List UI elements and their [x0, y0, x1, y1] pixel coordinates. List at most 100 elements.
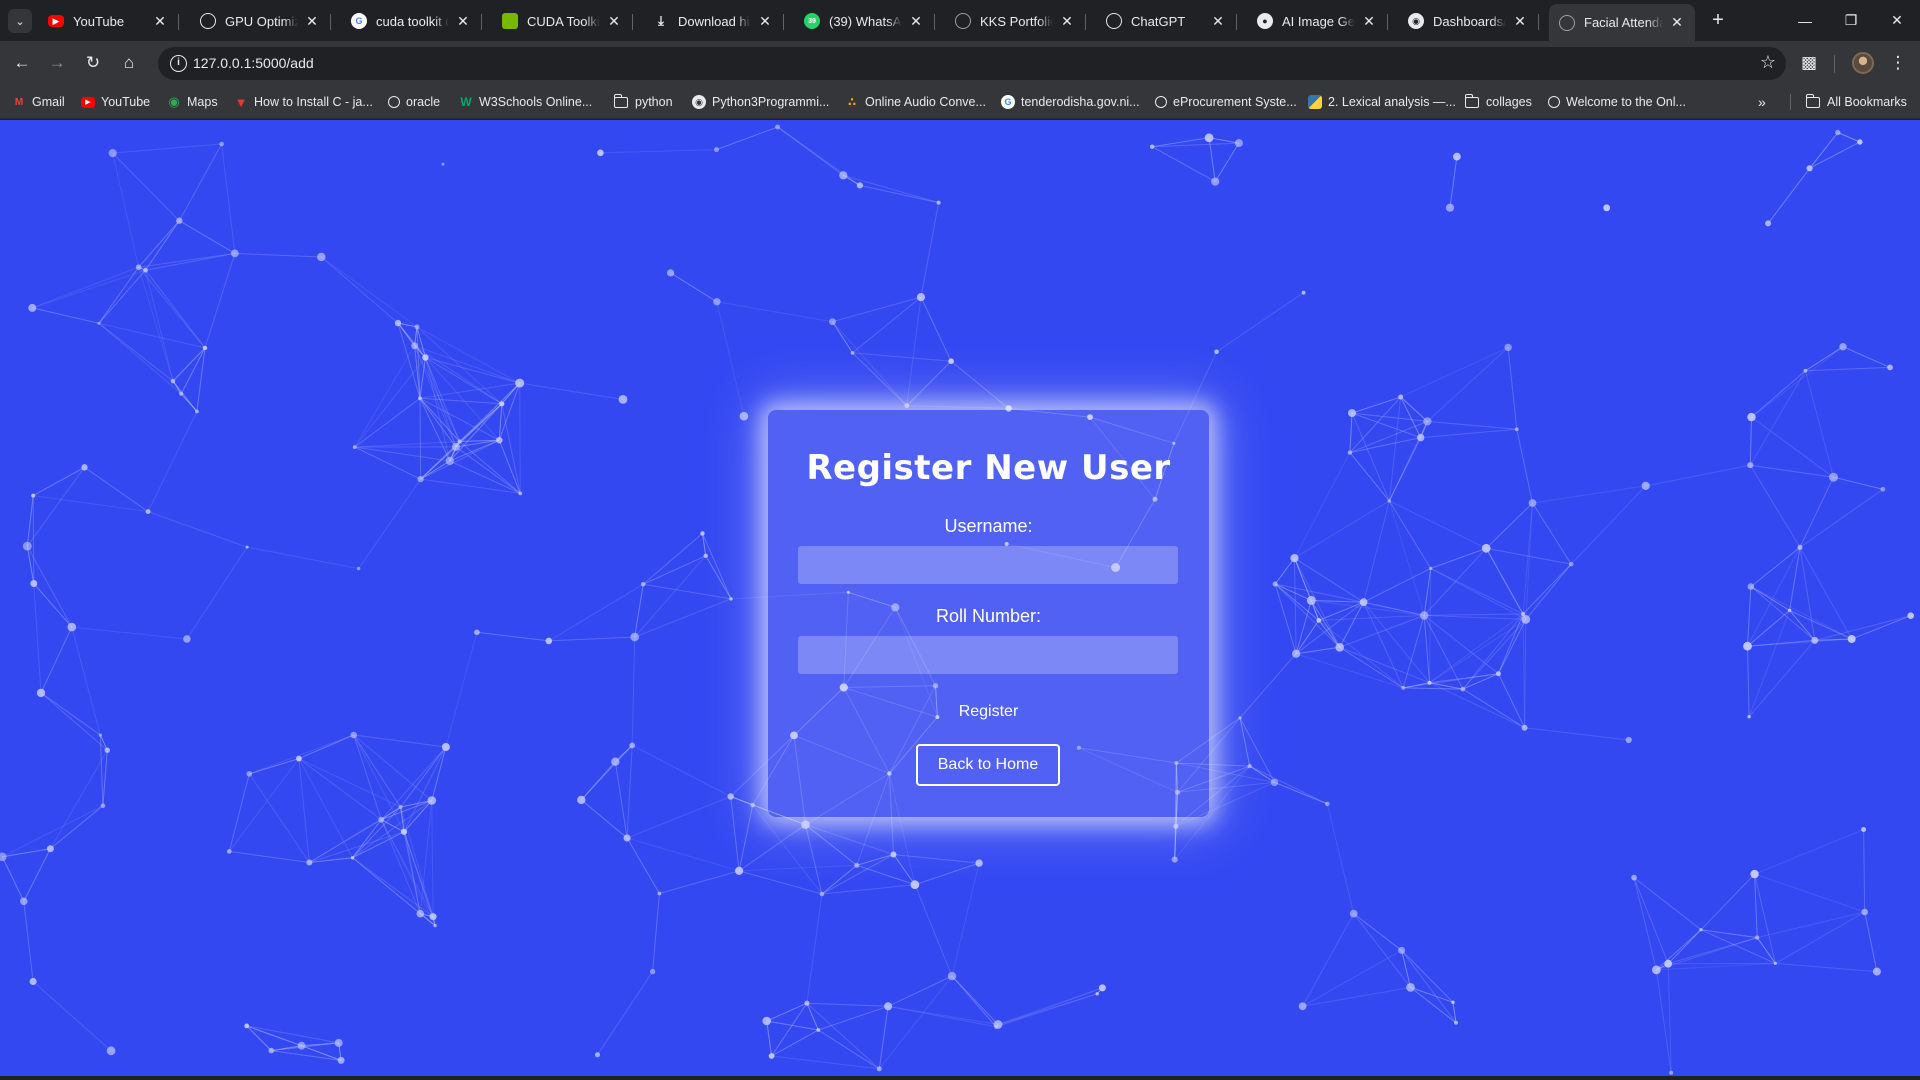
folder-icon: [1805, 93, 1820, 108]
restore-button[interactable]: ❐: [1828, 0, 1874, 41]
close-icon[interactable]: ✕: [455, 13, 471, 30]
github-icon: ◉: [1408, 13, 1424, 29]
bookmark-lexical-analysis[interactable]: 2. Lexical analysis —...: [1308, 92, 1456, 112]
minimize-button[interactable]: —: [1782, 0, 1828, 41]
bookmark-w3schools[interactable]: W W3Schools Online...: [459, 92, 592, 112]
tab-gpu-optimization[interactable]: GPU Optimizat ✕: [190, 6, 331, 36]
tab-cuda-search[interactable]: G cuda toolkit do ✕: [341, 6, 482, 36]
github-icon: ◉: [692, 95, 706, 109]
username-input[interactable]: [798, 546, 1178, 584]
page-title: Register New User: [806, 448, 1171, 488]
youtube-icon: ▶: [81, 96, 95, 108]
download-icon: ⤓: [658, 13, 664, 28]
tab-cuda-toolkit[interactable]: CUDA Toolkit 1 ✕: [492, 6, 633, 36]
window-bottom-border: [0, 1076, 1920, 1080]
bookmarks-bar: M Gmail ▶ YouTube ◉ Maps ▼ How to Install C …: [0, 85, 1920, 119]
bookmark-maps[interactable]: ◉ Maps: [167, 92, 217, 112]
tab-github-dashboards[interactable]: ◉ Dashboards/Re ✕: [1398, 6, 1539, 36]
username-label: Username:: [944, 516, 1033, 536]
globe-icon: [1155, 96, 1167, 108]
profile-avatar[interactable]: [1852, 52, 1874, 74]
tab-youtube[interactable]: ▶ YouTube ✕: [38, 6, 179, 36]
register-button[interactable]: Register: [768, 703, 1209, 721]
close-icon[interactable]: ✕: [152, 13, 168, 30]
site-info-icon[interactable]: i: [170, 55, 187, 72]
tab-ai-image[interactable]: ● AI Image Gene ✕: [1247, 6, 1388, 36]
w3schools-icon: W: [460, 95, 472, 109]
close-icon[interactable]: ✕: [1669, 14, 1685, 31]
audio-converter-icon: ∴: [847, 95, 857, 109]
globe-icon: [1548, 96, 1560, 108]
reload-button[interactable]: ↻: [79, 49, 107, 77]
all-bookmarks-button[interactable]: All Bookmarks: [1805, 92, 1907, 112]
roll-number-label: Roll Number:: [935, 606, 1042, 626]
close-icon[interactable]: ✕: [757, 13, 773, 30]
url-text[interactable]: 127.0.0.1:5000/add: [193, 55, 314, 71]
home-icon: ⌂: [123, 53, 135, 72]
nvidia-icon: [502, 13, 518, 29]
extensions-button[interactable]: ▩: [1795, 49, 1823, 77]
more-bookmarks-button[interactable]: »: [1758, 92, 1766, 112]
menu-button[interactable]: ⋮: [1884, 49, 1912, 77]
gmail-icon: M: [14, 96, 24, 108]
bookmark-install-c[interactable]: ▼ How to Install C - ja...: [234, 92, 373, 112]
bookmark-tenderodisha[interactable]: Gtenderodisha.gov.ni...: [1001, 92, 1140, 112]
globe-icon: [388, 96, 400, 108]
bookmark-audio-converter[interactable]: ∴ Online Audio Conve...: [845, 92, 986, 112]
google-icon: G: [351, 13, 367, 29]
globe-icon: [1559, 14, 1575, 31]
chevron-double-right-icon: »: [1758, 94, 1766, 110]
close-icon[interactable]: ✕: [304, 13, 320, 30]
vidyut-icon: ▼: [234, 94, 248, 110]
roll-number-input[interactable]: [798, 636, 1178, 674]
tab-chatgpt[interactable]: ChatGPT ✕: [1096, 6, 1237, 36]
tab-whatsapp[interactable]: 39 (39) WhatsApp ✕: [794, 6, 935, 36]
bookmark-python3-programming[interactable]: ◉ Python3Programmi...: [692, 92, 829, 112]
bookmark-folder-python[interactable]: python: [613, 92, 673, 112]
back-button[interactable]: ←: [8, 49, 36, 77]
bookmark-gmail[interactable]: M Gmail: [12, 92, 65, 112]
more-vert-icon: ⋮: [1889, 53, 1907, 72]
openai-icon: [1106, 13, 1122, 29]
arrow-left-icon: ←: [13, 53, 31, 72]
forward-button[interactable]: →: [43, 49, 71, 77]
tab-search-button[interactable]: ⌄: [8, 9, 32, 33]
back-to-home-button[interactable]: Back to Home: [916, 744, 1060, 786]
browser-toolbar: ← → ↻ ⌂ i 127.0.0.1:5000/add ☆ ▩ ⋮: [0, 41, 1920, 85]
reload-icon: ↻: [85, 53, 101, 72]
whatsapp-icon: 39: [804, 13, 820, 29]
bookmarks-divider: [1790, 94, 1791, 110]
youtube-icon: ▶: [48, 15, 64, 27]
window-close-button[interactable]: ✕: [1874, 0, 1920, 41]
close-icon[interactable]: ✕: [908, 13, 924, 30]
bookmark-youtube[interactable]: ▶ YouTube: [81, 92, 150, 112]
google-icon: G: [1001, 95, 1015, 109]
close-icon[interactable]: ✕: [606, 13, 622, 30]
page-viewport: Register New User Username: Roll Number:…: [0, 120, 1920, 1076]
bookmark-star-icon[interactable]: ☆: [1760, 52, 1776, 73]
python-icon: [1308, 95, 1322, 109]
folder-icon: [1464, 93, 1479, 108]
bookmark-folder-collages[interactable]: collages: [1464, 92, 1532, 112]
close-icon[interactable]: ✕: [1059, 13, 1075, 30]
close-icon[interactable]: ✕: [1361, 13, 1377, 30]
ai-image-icon: ●: [1257, 13, 1273, 29]
address-bar[interactable]: i 127.0.0.1:5000/add ☆: [158, 47, 1786, 80]
arrow-right-icon: →: [48, 53, 66, 72]
tab-strip: ⌄ ▶ YouTube ✕ GPU Optimizat ✕ G cuda too…: [0, 0, 1920, 41]
puzzle-icon: ▩: [1800, 53, 1818, 72]
bookmark-welcome-online[interactable]: Welcome to the Onl...: [1548, 92, 1686, 112]
close-icon[interactable]: ✕: [1512, 13, 1528, 30]
bookmark-eprocurement[interactable]: eProcurement Syste...: [1155, 92, 1297, 112]
chevron-down-icon: ⌄: [15, 15, 25, 28]
new-tab-button[interactable]: +: [1705, 8, 1731, 34]
maps-icon: ◉: [168, 94, 180, 109]
home-button[interactable]: ⌂: [115, 49, 143, 77]
register-card: Register New User Username: Roll Number:…: [768, 410, 1209, 817]
tab-facial-attendance[interactable]: Facial Attendan ✕: [1549, 4, 1695, 41]
close-icon[interactable]: ✕: [1210, 13, 1226, 30]
openai-icon: [200, 13, 216, 29]
tab-kks-portfolio[interactable]: KKS Portfolio ✕: [945, 6, 1086, 36]
bookmark-oracle[interactable]: oracle: [388, 92, 440, 112]
tab-download-history[interactable]: ⤓ Download hist ✕: [643, 6, 784, 36]
